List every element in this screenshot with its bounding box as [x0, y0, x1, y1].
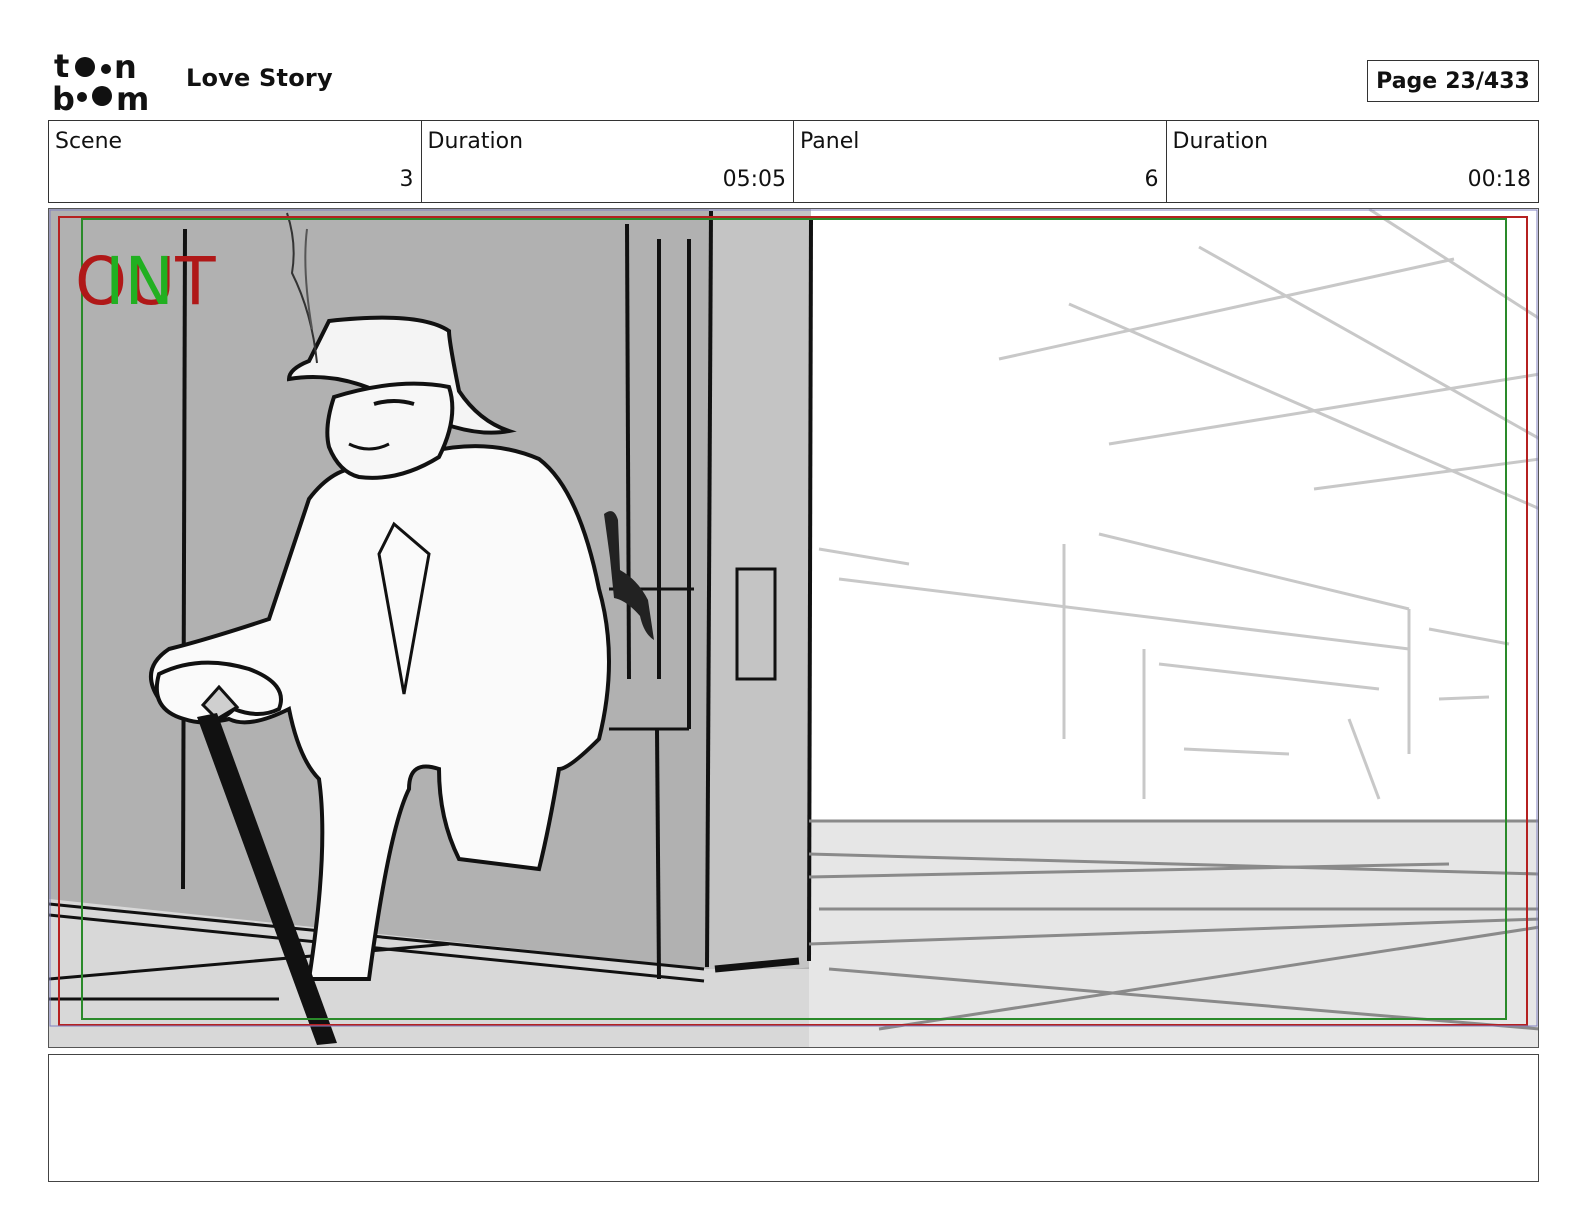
panel-notes-box[interactable] [48, 1054, 1539, 1182]
panel-duration-value: 00:18 [1467, 167, 1531, 192]
in-marker: IN [105, 243, 174, 320]
door-slab [709, 209, 811, 979]
panel-value: 6 [1144, 167, 1159, 192]
scene-duration-cell: Duration 05:05 [422, 121, 794, 202]
panel-label: Panel [800, 129, 860, 154]
page-number: 23/433 [1445, 68, 1530, 94]
panel-duration-label: Duration [1172, 129, 1269, 154]
page-label: Page [1376, 68, 1438, 94]
scene-label: Scene [55, 129, 123, 154]
scene-duration-label: Duration [427, 129, 524, 154]
background-perspective-lines [818, 209, 1538, 800]
scene-value: 3 [399, 167, 414, 192]
scene-duration-value: 05:05 [722, 167, 786, 192]
panel-sketch: OUT IN [49, 209, 1538, 1047]
storyboard-panel: OUT IN [48, 208, 1539, 1048]
project-title: Love Story [186, 64, 333, 92]
page-indicator: Page 23/433 [1367, 60, 1539, 102]
floor-area [809, 821, 1538, 1047]
svg-text:b: b [52, 80, 75, 112]
panel-duration-cell: Duration 00:18 [1167, 121, 1539, 202]
panel-cell: Panel 6 [794, 121, 1167, 202]
toon-boom-logo: t n b m [52, 47, 164, 118]
panel-info-bar: Scene 3 Duration 05:05 Panel 6 Duration … [48, 120, 1539, 203]
svg-text:m: m [116, 80, 149, 112]
scene-cell: Scene 3 [49, 121, 422, 202]
